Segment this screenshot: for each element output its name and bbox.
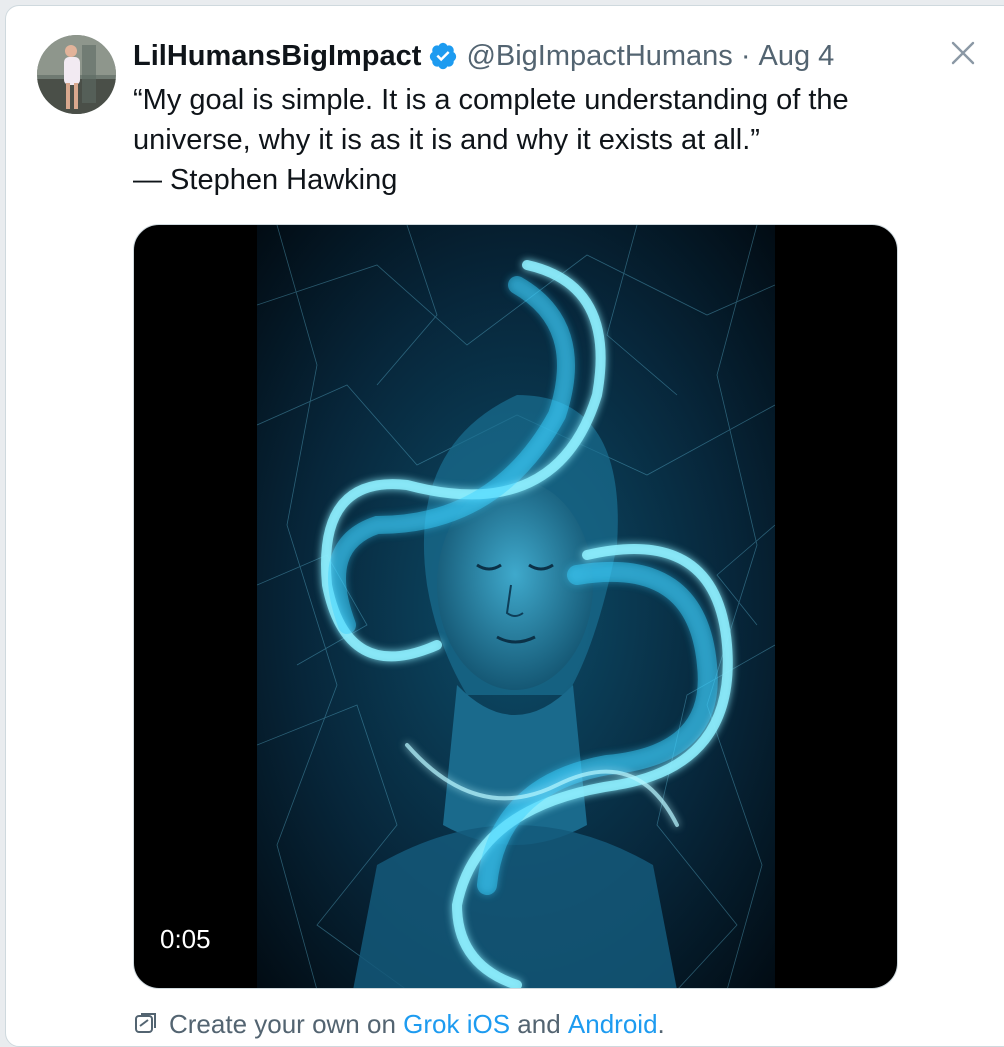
grok-promo-suffix: . [657, 1008, 665, 1039]
grok-promo-middle: and [517, 1008, 561, 1039]
tweet-text-line: “My goal is simple. It is a complete und… [133, 84, 849, 116]
video-frame [257, 225, 775, 988]
user-handle[interactable]: @BigImpactHumans [466, 36, 732, 76]
close-icon[interactable] [946, 36, 980, 70]
grok-promo: Create your own on Grok iOS and Android … [133, 1004, 665, 1044]
video-duration: 0:05 [160, 924, 211, 954]
grok-icon [133, 1011, 159, 1037]
tweet-date[interactable]: Aug 4 [758, 36, 834, 76]
tweet-text-line: universe, why it is as it is and why it … [133, 124, 760, 156]
video-player[interactable]: 0:05 [133, 224, 898, 989]
tweet-card[interactable]: LilHumansBigImpact @BigImpactHumans · Au… [5, 5, 1004, 1047]
grok-promo-prefix: Create your own on [169, 1008, 396, 1039]
separator: · [740, 40, 751, 72]
android-link[interactable]: Android [568, 1009, 658, 1040]
avatar[interactable] [37, 35, 116, 114]
verified-badge-icon [428, 41, 458, 71]
display-name[interactable]: LilHumansBigImpact [133, 36, 421, 76]
grok-ios-link[interactable]: Grok iOS [403, 1009, 510, 1040]
tweet-header: LilHumansBigImpact @BigImpactHumans · Au… [133, 36, 834, 76]
tweet-text: “My goal is simple. It is a complete und… [133, 80, 933, 200]
tweet-text-line: — Stephen Hawking [133, 164, 398, 196]
